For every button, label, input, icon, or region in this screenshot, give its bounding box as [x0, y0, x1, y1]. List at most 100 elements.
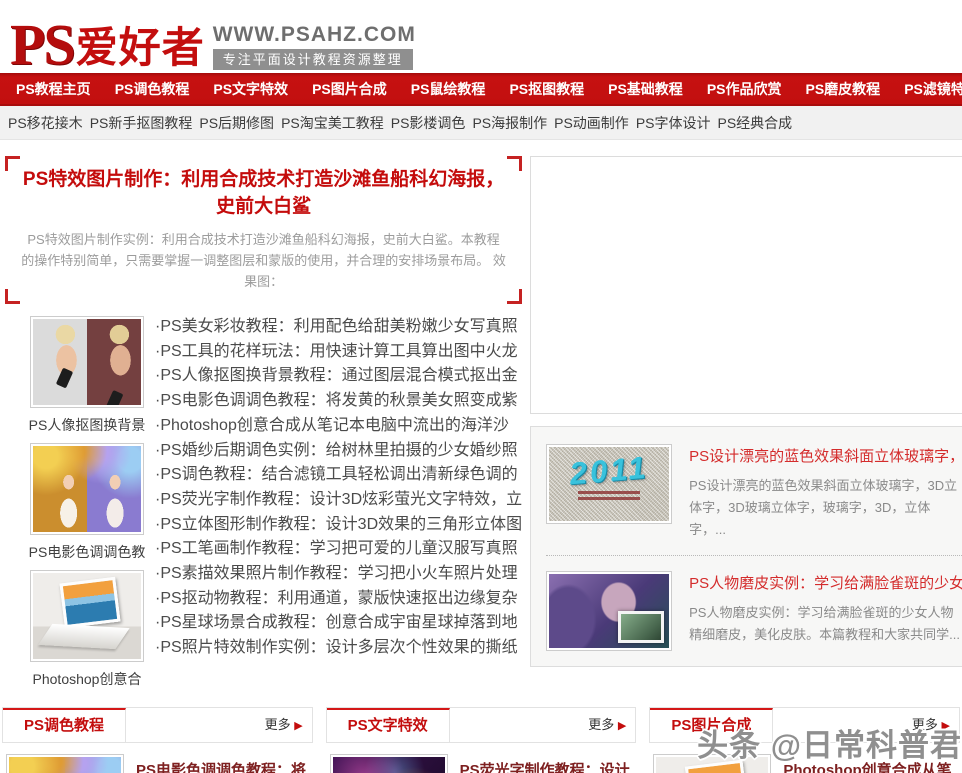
- thumbnail-movie-tone[interactable]: [6, 754, 124, 773]
- section-article-info: Photoshop创意合成从笔 Photoshop创意合成从笔记本电脑中流出的海…: [783, 754, 956, 773]
- nav-item-wenzi[interactable]: PS文字特效: [201, 79, 300, 99]
- thumbnail-caption[interactable]: PS人像抠图换背景: [19, 416, 155, 434]
- nav-item-lvjing[interactable]: PS滤镜特效: [892, 79, 962, 99]
- article-link[interactable]: ·PS素描效果照片制作教程：学习把小火车照片处理: [155, 565, 518, 582]
- article-link[interactable]: ·PS星球场景合成教程：创意合成宇宙星球掉落到地: [155, 614, 518, 631]
- sidebar-item-title[interactable]: PS设计漂亮的蓝色效果斜面立体玻璃字，: [689, 447, 962, 467]
- purple-portrait-image: [549, 574, 669, 648]
- sidebar-item-info: PS设计漂亮的蓝色效果斜面立体玻璃字， PS设计漂亮的蓝色效果斜面立体玻璃字，3…: [689, 444, 962, 541]
- article-link-list: ·PS美女彩妆教程：利用配色给甜美粉嫩少女写真照 ·PS工具的花样玩法：用快速计…: [155, 314, 522, 697]
- more-link[interactable]: 更多 ▶: [912, 708, 959, 742]
- article-link[interactable]: ·PS抠动物教程：利用通道，蒙版快速抠出边缘复杂: [155, 590, 518, 607]
- right-column: 2011 PS设计漂亮的蓝色效果斜面立体玻璃字， PS设计漂亮的蓝色效果斜面立体…: [530, 156, 962, 697]
- more-link[interactable]: 更多 ▶: [588, 708, 635, 742]
- article-link[interactable]: ·PS工笔画制作教程：学习把可爱的儿童汉服写真照: [155, 540, 518, 557]
- article-link[interactable]: ·PS立体图形制作教程：设计3D效果的三角形立体图: [155, 516, 522, 533]
- tab-hecheng[interactable]: PS图片合成: [650, 708, 773, 742]
- subnav-item[interactable]: PS海报制作: [472, 113, 547, 133]
- nav-item-hecheng[interactable]: PS图片合成: [300, 79, 399, 99]
- nav-item-jichu[interactable]: PS基础教程: [596, 79, 695, 99]
- subnav-item[interactable]: PS影楼调色: [391, 113, 466, 133]
- corner-decoration: [5, 289, 20, 304]
- autumn-purple-split-image: [9, 757, 121, 773]
- corner-decoration: [5, 156, 20, 171]
- nav-item-zuopin[interactable]: PS作品欣赏: [695, 79, 794, 99]
- section-article: PS电影色调调色教程：将 PS电影色调调色教程：将发黄的秋景美女照变成紫色系漂.…: [2, 743, 313, 773]
- featured-article: PS特效图片制作：利用合成技术打造沙滩鱼船科幻海报，史前大白鲨 PS特效图片制作…: [5, 156, 522, 304]
- section-article: Photoshop创意合成从笔 Photoshop创意合成从笔记本电脑中流出的海…: [649, 743, 960, 773]
- featured-article-title[interactable]: PS特效图片制作：利用合成技术打造沙滩鱼船科幻海报，史前大白鲨: [21, 166, 506, 220]
- thumbnail-glass-2011[interactable]: 2011: [546, 444, 672, 524]
- article-link[interactable]: ·PS人像抠图换背景教程：通过图层混合模式抠出金: [155, 367, 518, 384]
- thumbnail-freckle-retouch[interactable]: [546, 571, 672, 651]
- sidebar-panel: 2011 PS设计漂亮的蓝色效果斜面立体玻璃字， PS设计漂亮的蓝色效果斜面立体…: [530, 426, 962, 667]
- subnav-item[interactable]: PS移花接木: [8, 113, 83, 133]
- logo-site-name[interactable]: 爱好者: [76, 23, 205, 73]
- section-article-info: PS电影色调调色教程：将 PS电影色调调色教程：将发黄的秋景美女照变成紫色系漂.…: [136, 754, 309, 773]
- nav-item-koutu[interactable]: PS抠图教程: [497, 79, 596, 99]
- subnav-item[interactable]: PS后期修图: [199, 113, 274, 133]
- section-wenzi: PS文字特效 更多 ▶ PSAHZ PS荧光字制作教程：设计 PS荧光字制作教程…: [326, 707, 637, 773]
- subnav-item[interactable]: PS经典合成: [718, 113, 793, 133]
- thumbnail-laptop-composite[interactable]: [653, 754, 771, 773]
- subnav-item[interactable]: PS字体设计: [636, 113, 711, 133]
- article-link[interactable]: ·PS美女彩妆教程：利用配色给甜美粉嫩少女写真照: [155, 318, 518, 335]
- nav-item-shuhui[interactable]: PS鼠绘教程: [399, 79, 498, 99]
- logo-ps[interactable]: PS: [10, 17, 74, 73]
- subnav-item[interactable]: PS淘宝美工教程: [281, 113, 384, 133]
- thumbnail-neon-text[interactable]: PSAHZ: [330, 754, 448, 773]
- glass-2011-text: 2011: [549, 448, 669, 494]
- tab-wenzi[interactable]: PS文字特效: [327, 708, 450, 742]
- corner-decoration: [507, 289, 522, 304]
- article-link[interactable]: ·PS荧光字制作教程：设计3D炫彩萤光文字特效，立: [155, 491, 522, 508]
- laptop-ocean-image: [33, 573, 141, 659]
- more-link[interactable]: 更多 ▶: [265, 708, 312, 742]
- bottom-sections: PS调色教程 更多 ▶ PS电影色调调色教程：将 PS电影色调调色教程：将发黄的…: [0, 707, 962, 773]
- site-domain: WWW.PSAHZ.COM: [213, 23, 416, 47]
- list-item: ·PS照片特效制作实例：设计多层次个性效果的撕纸: [155, 636, 522, 661]
- nav-item-mopi[interactable]: PS磨皮教程: [794, 79, 893, 99]
- thumbnail-movie-tone[interactable]: [30, 443, 144, 535]
- list-item: ·PS工笔画制作教程：学习把可爱的儿童汉服写真照: [155, 537, 522, 562]
- tab-tiaose[interactable]: PS调色教程: [3, 708, 126, 742]
- article-link[interactable]: ·PS婚纱后期调色实例：给树林里拍摄的少女婚纱照: [155, 442, 518, 459]
- autumn-purple-split-image: [33, 446, 141, 532]
- article-link[interactable]: ·PS照片特效制作实例：设计多层次个性效果的撕纸: [155, 639, 518, 656]
- sidebar-item: PS人物磨皮实例：学习给满脸雀斑的少女 PS人物磨皮实例：学习给满脸雀斑的少女人…: [546, 571, 962, 651]
- article-link[interactable]: ·PS电影色调调色教程：将发黄的秋景美女照变成紫: [155, 392, 518, 409]
- nav-item-home[interactable]: PS教程主页: [4, 79, 103, 99]
- section-article-title[interactable]: PS荧光字制作教程：设计: [460, 759, 633, 773]
- thumbnail-caption[interactable]: PS电影色调调色教: [19, 543, 155, 561]
- corner-decoration: [507, 156, 522, 171]
- site-header: PS 爱好者 WWW.PSAHZ.COM 专注平面设计教程资源整理: [0, 0, 962, 73]
- list-item: ·PS调色教程：结合滤镜工具轻松调出清新绿色调的: [155, 463, 522, 488]
- article-link[interactable]: ·Photoshop创意合成从笔记本电脑中流出的海洋沙: [155, 417, 509, 434]
- thumbnail-laptop-composite[interactable]: [30, 570, 144, 662]
- tiny-caption-lines: [578, 491, 640, 502]
- portrait-background-swap-image: [33, 319, 141, 405]
- sidebar-item-title[interactable]: PS人物磨皮实例：学习给满脸雀斑的少女: [689, 574, 962, 594]
- list-item: ·PS电影色调调色教程：将发黄的秋景美女照变成紫: [155, 389, 522, 414]
- section-article-title[interactable]: PS电影色调调色教程：将: [136, 759, 309, 773]
- section-header: PS调色教程 更多 ▶: [2, 707, 313, 743]
- neon-psahz-image: PSAHZ: [333, 757, 445, 773]
- section-tiaose: PS调色教程 更多 ▶ PS电影色调调色教程：将 PS电影色调调色教程：将发黄的…: [2, 707, 313, 773]
- list-item: ·PS婚纱后期调色实例：给树林里拍摄的少女婚纱照: [155, 439, 522, 464]
- section-header: PS文字特效 更多 ▶: [326, 707, 637, 743]
- article-link[interactable]: ·PS调色教程：结合滤镜工具轻松调出清新绿色调的: [155, 466, 518, 483]
- laptop-screen: [60, 577, 121, 628]
- thumbnail-caption[interactable]: Photoshop创意合: [19, 670, 155, 688]
- page: PS 爱好者 WWW.PSAHZ.COM 专注平面设计教程资源整理 PS教程主页…: [0, 0, 962, 773]
- section-article-title[interactable]: Photoshop创意合成从笔: [783, 759, 956, 773]
- nav-item-tiaose[interactable]: PS调色教程: [103, 79, 202, 99]
- left-column: PS特效图片制作：利用合成技术打造沙滩鱼船科幻海报，史前大白鲨 PS特效图片制作…: [5, 156, 522, 697]
- article-link[interactable]: ·PS工具的花样玩法：用快速计算工具算出图中火龙: [155, 343, 518, 360]
- empty-ad-box: [530, 156, 962, 414]
- laptop-screen: [684, 760, 747, 773]
- subnav-item[interactable]: PS新手抠图教程: [90, 113, 193, 133]
- sub-nav: PS移花接木 PS新手抠图教程 PS后期修图 PS淘宝美工教程 PS影楼调色 P…: [0, 106, 962, 140]
- laptop-base: [38, 624, 129, 649]
- thumbnail-portrait-cutout[interactable]: [30, 316, 144, 408]
- featured-article-summary: PS特效图片制作实例：利用合成技术打造沙滩鱼船科幻海报，史前大白鲨。本教程的操作…: [21, 229, 506, 292]
- subnav-item[interactable]: PS动画制作: [554, 113, 629, 133]
